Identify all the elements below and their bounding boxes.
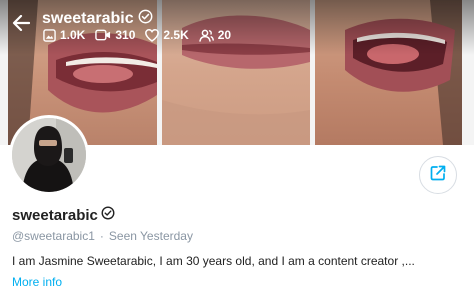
last-seen-status: Seen Yesterday (108, 229, 193, 243)
video-icon (95, 29, 111, 41)
profile-subline: @sweetarabic1 · Seen Yesterday (12, 229, 193, 243)
stat-fans-value: 20 (217, 28, 232, 42)
image-icon (43, 28, 56, 42)
back-button[interactable] (10, 14, 32, 36)
display-name: sweetarabic (12, 206, 115, 224)
stat-videos-value: 310 (115, 28, 136, 42)
avatar-image (12, 118, 86, 192)
separator-dot: · (99, 229, 104, 243)
stat-fans: 20 (199, 28, 231, 42)
stat-likes-value: 2.5K (163, 28, 189, 42)
stat-videos: 310 (95, 28, 135, 42)
share-button[interactable] (419, 156, 457, 194)
stat-photos: 1.0K (43, 28, 85, 42)
verified-icon (138, 9, 153, 29)
header-username: sweetarabic (42, 9, 153, 29)
heart-icon (145, 28, 160, 42)
profile-handle: @sweetarabic1 (12, 229, 95, 243)
more-info-link[interactable]: More info (12, 275, 62, 289)
verified-icon (101, 206, 115, 224)
fans-icon (199, 29, 214, 42)
stat-photos-value: 1.0K (60, 28, 86, 42)
avatar[interactable] (9, 115, 89, 195)
share-icon (429, 164, 447, 187)
profile-bio: I am Jasmine Sweetarabic, I am 30 years … (12, 254, 415, 268)
profile-stats: 1.0K 310 2.5K 20 (43, 28, 231, 42)
display-name-text: sweetarabic (12, 206, 98, 224)
header-username-text: sweetarabic (42, 10, 134, 27)
stat-likes: 2.5K (145, 28, 189, 42)
arrow-left-icon (12, 14, 31, 36)
